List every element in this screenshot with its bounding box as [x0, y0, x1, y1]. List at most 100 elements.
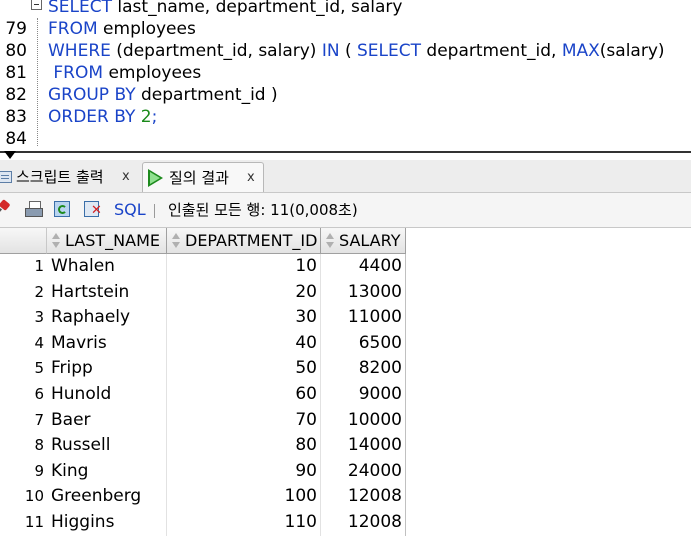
cell-last-name[interactable]: Hunold [47, 382, 167, 408]
cell-last-name[interactable]: Whalen [47, 254, 167, 280]
tab-query-result[interactable]: 질의 결과 x [142, 162, 264, 192]
sql-text: department_id, [421, 41, 562, 61]
pin-icon[interactable] [0, 201, 10, 214]
sql-text: employees [97, 19, 196, 39]
row-number[interactable]: 3 [0, 305, 47, 331]
cell-department-id[interactable]: 90 [167, 458, 321, 485]
code-line[interactable]: 81 WHERE (department_id, salary) IN ( SE… [0, 40, 691, 83]
sql-editor[interactable]: 79 SELECT last_name, department_id, sala… [0, 0, 691, 152]
toolbar-separator [154, 204, 155, 218]
cell-last-name[interactable]: Greenberg [47, 484, 167, 510]
column-header-department-id[interactable]: DEPARTMENT_ID [167, 228, 321, 254]
sql-text: ( [339, 41, 358, 61]
row-number[interactable]: 11 [0, 510, 47, 536]
sql-keyword: FROM [48, 19, 98, 39]
row-number[interactable]: 1 [0, 254, 47, 280]
table-row[interactable]: 11 Higgins 110 12008 [0, 510, 406, 536]
table-row[interactable]: 2 Hartstein 20 13000 [0, 279, 406, 306]
cell-department-id[interactable]: 40 [167, 330, 321, 357]
cell-salary[interactable]: 24000 [321, 458, 406, 485]
sql-keyword: FROM [48, 63, 104, 83]
refresh-icon[interactable] [54, 201, 74, 219]
row-number[interactable]: 8 [0, 433, 47, 459]
collapse-arrow-icon[interactable] [4, 151, 16, 159]
code-text: GROUP BY department_id ) [48, 84, 278, 106]
cell-department-id[interactable]: 100 [167, 484, 321, 510]
sort-icon[interactable] [326, 233, 335, 249]
tab-script-output[interactable]: 스크립트 출력 x [0, 162, 136, 192]
cell-salary[interactable]: 14000 [321, 433, 406, 459]
cell-department-id[interactable]: 20 [167, 279, 321, 306]
row-number[interactable]: 9 [0, 459, 47, 485]
cell-department-id[interactable]: 110 [167, 510, 321, 536]
cell-salary[interactable]: 8200 [321, 356, 406, 382]
script-icon [0, 171, 12, 183]
column-header-label: LAST_NAME [65, 231, 160, 250]
cell-last-name[interactable]: Russell [47, 433, 167, 459]
cell-last-name[interactable]: Baer [47, 407, 167, 434]
table-row[interactable]: 3 Raphaely 30 11000 [0, 305, 406, 331]
code-line[interactable]: 82 FROM employees [0, 62, 691, 105]
table-row[interactable]: 6 Hunold 60 9000 [0, 382, 406, 408]
table-row[interactable]: 9 King 90 24000 [0, 458, 406, 485]
cell-salary[interactable]: 4400 [321, 254, 406, 280]
code-line[interactable]: 83 GROUP BY department_id ) [0, 84, 691, 127]
sort-icon[interactable] [52, 233, 61, 249]
cell-salary[interactable]: 6500 [321, 330, 406, 357]
column-header-salary[interactable]: SALARY [321, 228, 406, 254]
close-icon[interactable]: x [122, 162, 130, 192]
cell-salary[interactable]: 12008 [321, 484, 406, 510]
table-row[interactable]: 1 Whalen 10 4400 [0, 254, 406, 280]
cell-department-id[interactable]: 70 [167, 407, 321, 434]
cancel-query-icon[interactable] [84, 201, 104, 219]
code-line[interactable]: 80 FROM employees [0, 18, 691, 61]
cell-department-id[interactable]: 30 [167, 305, 321, 331]
sql-keyword: WHERE [48, 41, 111, 61]
row-number[interactable]: 7 [0, 408, 47, 434]
cell-salary[interactable]: 13000 [321, 279, 406, 306]
cell-salary[interactable]: 11000 [321, 305, 406, 331]
table-row[interactable]: 7 Baer 70 10000 [0, 407, 406, 434]
table-row[interactable]: 4 Mavris 40 6500 [0, 330, 406, 357]
sql-button[interactable]: SQL [114, 193, 146, 227]
row-number[interactable]: 4 [0, 331, 47, 357]
cell-last-name[interactable]: King [47, 458, 167, 485]
tab-label: 질의 결과 [169, 169, 229, 187]
fold-toggle-icon[interactable] [31, 0, 42, 10]
sql-keyword: IN [321, 41, 340, 61]
row-number[interactable]: 6 [0, 382, 47, 408]
sort-icon[interactable] [172, 233, 181, 249]
tab-label: 스크립트 출력 [16, 168, 104, 186]
cell-department-id[interactable]: 10 [167, 254, 321, 280]
result-toolbar: SQL 인출된 모든 행: 11(0,008초) [0, 193, 691, 228]
code-line[interactable]: 85 [0, 128, 691, 152]
sql-keyword: GROUP BY [48, 85, 136, 105]
cell-salary[interactable]: 9000 [321, 382, 406, 408]
cell-last-name[interactable]: Fripp [47, 356, 167, 382]
code-line[interactable]: 84 ORDER BY 2; [0, 106, 691, 149]
cell-department-id[interactable]: 50 [167, 356, 321, 382]
table-row[interactable]: 8 Russell 80 14000 [0, 433, 406, 459]
cell-last-name[interactable]: Hartstein [47, 279, 167, 306]
code-line[interactable]: 79 SELECT last_name, department_id, sala… [0, 0, 691, 39]
grid-corner-header[interactable] [0, 228, 47, 254]
close-icon[interactable]: x [247, 163, 255, 193]
sql-keyword: SELECT [357, 41, 422, 61]
table-row[interactable]: 10 Greenberg 100 12008 [0, 484, 406, 510]
cell-department-id[interactable]: 80 [167, 433, 321, 459]
cell-department-id[interactable]: 60 [167, 382, 321, 408]
cell-last-name[interactable]: Mavris [47, 330, 167, 357]
table-row[interactable]: 5 Fripp 50 8200 [0, 356, 406, 382]
row-number[interactable]: 5 [0, 356, 47, 382]
result-grid[interactable]: LAST_NAME DEPARTMENT_ID SALARY 1 Whalen 10… [0, 228, 691, 536]
cell-salary[interactable]: 10000 [321, 407, 406, 434]
sql-keyword: MAX [561, 41, 600, 61]
panel-splitter[interactable] [0, 151, 691, 153]
cell-last-name[interactable]: Higgins [47, 510, 167, 536]
cell-salary[interactable]: 12008 [321, 510, 406, 536]
row-number[interactable]: 10 [0, 484, 47, 510]
print-icon[interactable] [25, 201, 43, 218]
row-number[interactable]: 2 [0, 280, 47, 306]
cell-last-name[interactable]: Raphaely [47, 305, 167, 331]
column-header-last-name[interactable]: LAST_NAME [47, 228, 167, 254]
